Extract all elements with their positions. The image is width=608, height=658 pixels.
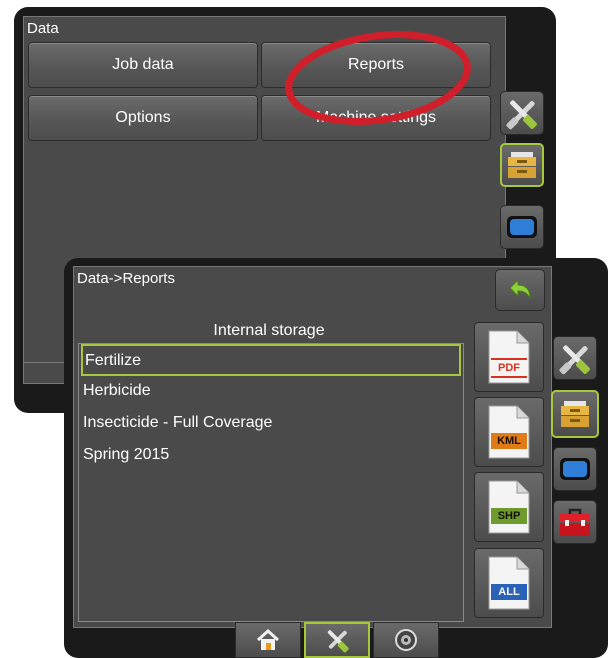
kml-file-icon: KML bbox=[487, 404, 531, 460]
options-button[interactable]: Options bbox=[28, 95, 258, 141]
tools-tab[interactable] bbox=[304, 622, 370, 658]
home-tab[interactable] bbox=[235, 622, 301, 658]
kml-export-button[interactable]: KML bbox=[474, 397, 544, 467]
machine-settings-button[interactable]: Machine settings bbox=[261, 95, 491, 141]
toolbox-icon bbox=[560, 508, 590, 536]
list-item[interactable]: Spring 2015 bbox=[81, 440, 461, 472]
page-title: Data->Reports bbox=[77, 270, 175, 287]
back-arrow-icon bbox=[509, 278, 531, 300]
tools-icon bbox=[506, 100, 537, 130]
back-button[interactable] bbox=[495, 269, 545, 311]
file-cabinet-icon bbox=[508, 152, 536, 178]
guidance-icon bbox=[395, 629, 417, 651]
shp-export-button[interactable]: SHP bbox=[474, 472, 544, 542]
file-cabinet-icon bbox=[561, 401, 589, 427]
display-button[interactable] bbox=[500, 205, 544, 249]
tools-button[interactable] bbox=[500, 91, 544, 135]
display-icon bbox=[507, 216, 537, 238]
job-data-button[interactable]: Job data bbox=[28, 42, 258, 88]
tools-icon bbox=[559, 345, 590, 375]
all-file-icon: ALL bbox=[487, 555, 531, 611]
guidance-tab[interactable] bbox=[373, 622, 439, 658]
home-icon bbox=[256, 628, 280, 650]
reports-button[interactable]: Reports bbox=[261, 42, 491, 88]
tools-button[interactable] bbox=[553, 336, 597, 380]
reports-list: Fertilize Herbicide Insecticide - Full C… bbox=[78, 343, 464, 622]
pdf-file-icon: PDF bbox=[487, 329, 531, 385]
all-export-button[interactable]: ALL bbox=[474, 548, 544, 618]
front-window-screen: Data->Reports Internal storage Fertilize… bbox=[73, 266, 552, 628]
data-button[interactable] bbox=[551, 390, 599, 438]
list-item[interactable]: Insecticide - Full Coverage bbox=[81, 408, 461, 440]
display-button[interactable] bbox=[553, 447, 597, 491]
pdf-export-button[interactable]: PDF bbox=[474, 322, 544, 392]
data-button[interactable] bbox=[500, 143, 544, 187]
display-icon bbox=[560, 458, 590, 480]
page-title: Data bbox=[27, 20, 59, 37]
list-item[interactable]: Fertilize bbox=[81, 344, 461, 376]
toolbox-button[interactable] bbox=[553, 500, 597, 544]
front-window-frame: Data->Reports Internal storage Fertilize… bbox=[64, 258, 608, 658]
storage-label: Internal storage bbox=[213, 322, 325, 339]
shp-file-icon: SHP bbox=[487, 479, 531, 535]
tools-icon bbox=[327, 630, 349, 653]
list-item[interactable]: Herbicide bbox=[81, 376, 461, 408]
